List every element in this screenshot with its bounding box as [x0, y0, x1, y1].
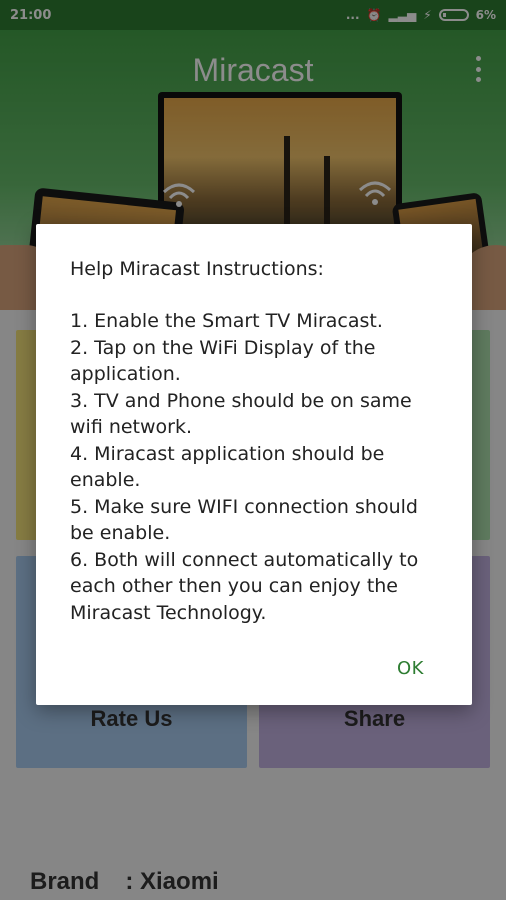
instruction-step: 6. Both will connect automatically to ea… [70, 548, 419, 624]
help-dialog: Help Miracast Instructions: 1. Enable th… [36, 224, 472, 705]
instruction-step: 2. Tap on the WiFi Display of the applic… [70, 336, 376, 386]
instruction-step: 4. Miracast application should be enable… [70, 442, 385, 492]
instruction-list: 1. Enable the Smart TV Miracast. 2. Tap … [70, 308, 438, 626]
instruction-step: 3. TV and Phone should be on same wifi n… [70, 389, 412, 439]
instruction-step: 5. Make sure WIFI connection should be e… [70, 495, 418, 545]
ok-button[interactable]: OK [397, 658, 424, 679]
dialog-title: Help Miracast Instructions: [70, 258, 324, 280]
instruction-step: 1. Enable the Smart TV Miracast. [70, 310, 383, 332]
